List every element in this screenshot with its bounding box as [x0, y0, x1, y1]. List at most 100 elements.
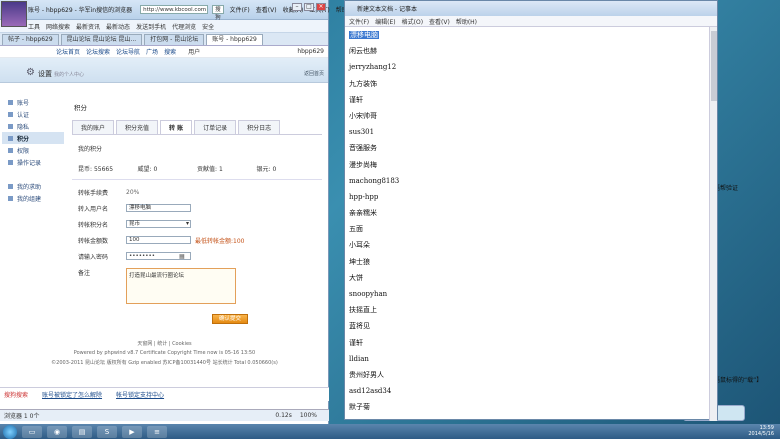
sidebar-label: 权限 [17, 147, 30, 155]
clock-date: 2014/5/16 [748, 431, 774, 437]
tab-orders[interactable]: 订单记录 [194, 120, 237, 134]
tab-posts[interactable]: 帖子 - hbpp629 [2, 34, 59, 45]
sidebar-item-help[interactable]: 我的求助 [2, 180, 64, 192]
toolbar-item[interactable]: 发送到手机 [136, 22, 166, 31]
tab-account[interactable]: 账号 - hbpp629 [206, 34, 263, 45]
forum-nav-square[interactable]: 广场 [146, 47, 158, 56]
forum-nav-search[interactable]: 论坛搜索 [86, 47, 110, 56]
menu-view[interactable]: 查看(V) [256, 5, 277, 14]
minimize-icon[interactable]: – [292, 3, 302, 11]
sidebar-label: 我的求助 [17, 183, 42, 191]
help-icon [8, 183, 13, 189]
taskbar-app-notepad[interactable]: ≡ [147, 425, 167, 438]
bottom-link-support[interactable]: 帐号锁定支持中心 [116, 390, 164, 399]
recipient-input[interactable]: 漂移电脑 [126, 204, 191, 212]
text-line: 漫步尚梅 [349, 160, 377, 169]
text-line: 小宋帅哥 [349, 111, 377, 120]
sidebar-item-permissions[interactable]: 权限 [2, 144, 64, 156]
toolbar-item[interactable]: 最新资讯 [76, 22, 100, 31]
username[interactable]: hbpp629 [297, 48, 324, 55]
forum-nav-guide[interactable]: 论坛导航 [116, 47, 140, 56]
np-menu-format[interactable]: 格式(O) [402, 17, 423, 26]
bottom-link-unlock[interactable]: 账号被锁定了怎么解除 [42, 390, 102, 399]
keyboard-icon[interactable]: ▦ [179, 253, 185, 260]
tab-transfer[interactable]: 转 账 [160, 120, 193, 134]
tab-forum[interactable]: 昆山论坛 昆山论坛 昆山... [60, 34, 143, 45]
notepad-scrollbar[interactable] [709, 27, 717, 421]
taskbar-app-explorer[interactable]: ▭ [22, 425, 42, 438]
submit-button[interactable]: 确认提交 [212, 314, 248, 324]
taskbar-app-sogou[interactable]: S [97, 425, 117, 438]
toolbar-item[interactable]: 代理浏览 [172, 22, 196, 31]
maximize-icon[interactable]: □ [304, 3, 314, 11]
close-icon[interactable]: × [316, 3, 326, 11]
group-icon [8, 195, 13, 201]
gear-icon: ⚙ [26, 67, 35, 78]
status-bar: 浏览器 1 0个 0.12s 100% [0, 409, 329, 421]
password-row: 请输入密码 •••••••• ▦ [78, 248, 322, 264]
np-menu-help[interactable]: 帮助(H) [456, 17, 477, 26]
search-box[interactable]: 搜狗 [212, 5, 224, 21]
tab-recharge[interactable]: 积分充值 [116, 120, 159, 134]
sogou-search[interactable]: 搜狗搜索 [4, 390, 28, 399]
points-tabs: 我的账户 积分充值 转 账 订单记录 积分日志 [72, 120, 322, 135]
window-controls: – □ × [292, 3, 326, 11]
fee-row: 转帐手续费 20% [78, 184, 322, 200]
user-dropdown[interactable]: 用户 [188, 47, 200, 56]
menu-file[interactable]: 文件(F) [230, 5, 250, 14]
return-home-link[interactable]: 返回首页 [304, 70, 324, 77]
text-line: 谨轩 [349, 95, 363, 104]
notepad-window: 新建文本文档 - 记事本 文件(F) 编辑(E) 格式(O) 查看(V) 帮助(… [344, 0, 718, 421]
sidebar-item-groups[interactable]: 我的组建 [2, 192, 64, 204]
section-title: 积分 [74, 104, 87, 112]
footer-links[interactable]: 天窗网 | 统计 | Cookies [0, 340, 329, 347]
fee-value: 20% [126, 188, 140, 196]
tab-package[interactable]: 打包网 - 昆山论坛 [144, 34, 205, 45]
text-line: 坤士狼 [349, 257, 370, 266]
note-textarea[interactable]: 打造昆山最流行圈论坛 [126, 268, 236, 304]
sidebar-item-log[interactable]: 操作记录 [2, 156, 64, 168]
text-line: machong8183 [349, 176, 400, 185]
np-menu-view[interactable]: 查看(V) [429, 17, 450, 26]
forum-nav: 论坛首页 论坛搜索 论坛导航 广场 搜索 用户 hbpp629 [0, 46, 328, 58]
amount-input[interactable]: 100 [126, 236, 191, 244]
address-bar[interactable]: http://www.kbcool.com [140, 5, 209, 14]
toolbar-item[interactable]: 最新动态 [106, 22, 130, 31]
zoom-level[interactable]: 100% [300, 412, 317, 419]
tab-points-log[interactable]: 积分日志 [238, 120, 281, 134]
sidebar-item-auth[interactable]: 认证 [2, 108, 64, 120]
np-menu-edit[interactable]: 编辑(E) [375, 17, 395, 26]
user-row: 转入用户名 漂移电脑 [78, 200, 322, 216]
sidebar-label: 操作记录 [17, 159, 42, 167]
toolbar-item[interactable]: 安全 [202, 22, 214, 31]
stat-prestige: 威望: 0 [137, 166, 158, 173]
taskbar-app-media[interactable]: ▶ [122, 425, 142, 438]
tab-my-account[interactable]: 我的账户 [72, 120, 115, 134]
sidebar-item-account[interactable]: 账号 [2, 96, 64, 108]
taskbar-app-browser[interactable]: ◉ [47, 425, 67, 438]
points-type-select[interactable]: 昆币 [126, 220, 191, 228]
sub-title: 我的积分 [78, 146, 103, 153]
text-line: 大饼 [349, 273, 363, 282]
system-clock[interactable]: 13:59 2014/5/16 [748, 425, 774, 437]
toolbar-item[interactable]: 工具 [28, 22, 40, 31]
points-panel: 积分 我的账户 积分充值 转 账 订单记录 积分日志 我的积分 昆币: 5566… [72, 96, 322, 336]
status-speed: 0.12s [275, 412, 292, 419]
np-menu-file[interactable]: 文件(F) [349, 17, 369, 26]
status-text: 浏览器 1 0个 [4, 413, 40, 420]
type-row: 转帐积分名 昆币 [78, 216, 322, 232]
toolbar-item[interactable]: 网络搜索 [46, 22, 70, 31]
browser-titlebar: 账号 - hbpp629 - 华军in搜信的浏览器 http://www.kbc… [0, 0, 357, 21]
sidebar-item-points[interactable]: 积分 [2, 132, 64, 144]
text-line: 蓝将见 [349, 322, 370, 331]
sidebar-label: 我的组建 [17, 195, 42, 203]
text-line: 谨轩 [349, 338, 363, 347]
sidebar-item-privacy[interactable]: 隐私 [2, 120, 64, 132]
taskbar-app-folder[interactable]: ▤ [72, 425, 92, 438]
forum-nav-home[interactable]: 论坛首页 [56, 47, 80, 56]
page-subtitle: 我的个人中心 [54, 72, 85, 78]
forum-nav-find[interactable]: 搜索 [164, 47, 176, 56]
start-button[interactable] [3, 424, 17, 439]
sidebar-label: 隐私 [17, 123, 30, 131]
notepad-text[interactable]: 漂移电脑 闲云也赫 jerryzhang12 九方装饰 谨轩 小宋帅哥 sus3… [349, 27, 709, 416]
